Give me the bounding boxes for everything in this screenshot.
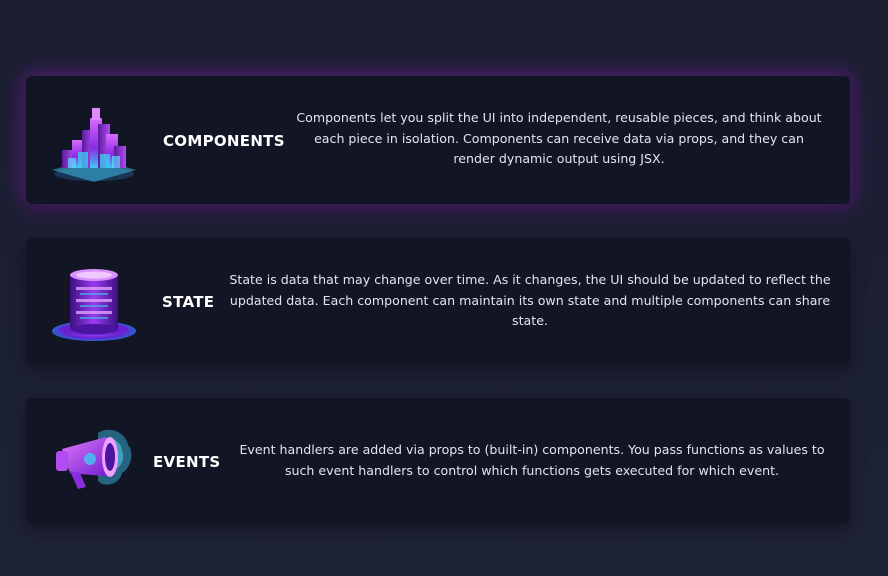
feature-card-events[interactable]: EVENTS Event handlers are added via prop… <box>26 398 850 524</box>
feature-title: COMPONENTS <box>163 132 285 150</box>
feature-title: EVENTS <box>153 453 221 471</box>
feature-title: STATE <box>162 293 215 311</box>
feature-card-state[interactable]: STATE State is data that may change over… <box>26 238 850 364</box>
megaphone-icon <box>48 415 140 507</box>
database-cylinder-icon <box>48 255 140 347</box>
cube-pyramid-icon <box>48 94 140 186</box>
feature-description: Components let you split the UI into ind… <box>296 110 822 166</box>
feature-description: Event handlers are added via props to (b… <box>239 442 825 478</box>
feature-card-components[interactable]: COMPONENTS Components let you split the … <box>26 76 850 204</box>
features-section: COMPONENTS Components let you split the … <box>0 0 888 576</box>
feature-description: State is data that may change over time.… <box>229 272 831 328</box>
